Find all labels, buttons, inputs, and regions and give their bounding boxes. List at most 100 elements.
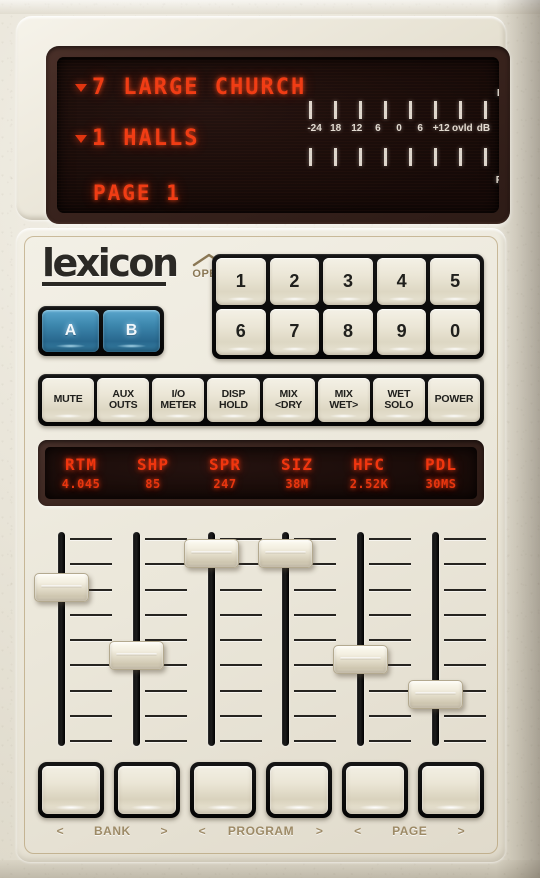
button-b[interactable]: B (103, 310, 160, 352)
transport-button-program-prev[interactable] (190, 762, 256, 818)
fader-tick (294, 613, 336, 616)
meter-ticks-left-channel (309, 101, 487, 119)
fader-tick (444, 639, 486, 641)
transport-button-page-prev[interactable] (342, 762, 408, 818)
function-button-i-o-meter[interactable]: I/O METER (152, 378, 205, 422)
parameter-name-siz: SIZ (281, 455, 313, 474)
meter-tick (334, 101, 337, 119)
fader-tick (294, 664, 336, 667)
keypad-button-6[interactable]: 6 (216, 308, 266, 355)
keypad-button-5[interactable]: 5 (430, 258, 480, 305)
fader-tick (294, 639, 336, 641)
fader-tick (294, 588, 336, 591)
meter-tick (484, 148, 487, 166)
fader-cap-rtm[interactable] (34, 573, 89, 602)
fader-hfc[interactable] (333, 524, 411, 754)
keypad-button-8[interactable]: 8 (323, 308, 373, 355)
fader-bank (34, 524, 486, 754)
fader-scale-ticks (145, 538, 187, 742)
program-number: 7 (92, 75, 108, 100)
parameter-cell-rtm: RTM 4.045 (45, 447, 117, 499)
transport-button-program-next[interactable] (266, 762, 332, 818)
button-a[interactable]: A (42, 310, 99, 352)
transport-button-face[interactable] (346, 766, 404, 814)
fader-cap-hfc[interactable] (333, 645, 388, 674)
keypad-button-9[interactable]: 9 (376, 308, 427, 355)
fader-rtm[interactable] (34, 524, 112, 754)
transport-label-bank: < BANK > (38, 822, 187, 840)
meter-tick (384, 101, 387, 119)
meter-tick (384, 148, 387, 166)
keypad-button-7[interactable]: 7 (269, 308, 320, 355)
fader-spr[interactable] (184, 524, 262, 754)
meter-tick (359, 148, 362, 166)
parameter-name-rtm: RTM (65, 455, 97, 474)
main-display[interactable]: 7 LARGE CHURCH 1 HALLS PAGE 1 L R -24 18 1… (57, 57, 499, 213)
fader-tick (369, 563, 411, 566)
function-button-row: MUTE AUX OUTS I/O METER DISP HOLD MIX <DRY MIX WET… (38, 374, 484, 426)
meter-scale-label-1: 18 (330, 123, 342, 134)
keypad-button-2[interactable]: 2 (269, 258, 320, 305)
fader-tick (444, 740, 486, 742)
meter-tick (309, 148, 312, 166)
fader-shp[interactable] (109, 524, 187, 754)
chassis-top-edge (0, 0, 540, 14)
fader-tick (70, 714, 112, 717)
meter-tick (409, 101, 412, 119)
keypad-button-1[interactable]: 1 (216, 258, 266, 305)
transport-button-bank-prev[interactable] (38, 762, 104, 818)
function-button-mute[interactable]: MUTE (42, 378, 95, 422)
fader-tick (70, 613, 112, 616)
keypad-button-4[interactable]: 4 (376, 258, 427, 305)
fader-cap-shp[interactable] (109, 641, 164, 670)
fader-tick (145, 740, 187, 742)
function-button-power[interactable]: POWER (427, 378, 480, 422)
fader-scale-ticks (369, 538, 411, 742)
fader-rail (357, 532, 364, 746)
transport-label-row: < BANK > < PROGRAM > < PAGE > (38, 822, 484, 840)
fader-tick (145, 563, 187, 566)
fader-tick (70, 664, 112, 667)
fader-tick (220, 689, 262, 692)
function-button-wet-solo[interactable]: WET SOLO (372, 378, 425, 422)
bank-name: HALLS (123, 126, 200, 151)
transport-button-bank-next[interactable] (114, 762, 180, 818)
fader-cap-pdl[interactable] (408, 680, 463, 709)
fader-cap-siz[interactable] (258, 539, 313, 568)
meter-tick (334, 148, 337, 166)
function-button-aux-outs[interactable]: AUX OUTS (97, 378, 150, 422)
fader-siz[interactable] (258, 524, 336, 754)
transport-button-face[interactable] (42, 766, 100, 814)
transport-button-page-next[interactable] (418, 762, 484, 818)
transport-button-face[interactable] (422, 766, 480, 814)
transport-label-program: < PROGRAM > (187, 822, 336, 840)
fader-tick (369, 538, 411, 540)
fader-tick (444, 563, 486, 566)
function-button-disp-hold[interactable]: DISP HOLD (207, 378, 260, 422)
meter-scale-label-7: ovld (452, 123, 473, 134)
parameter-name-pdl: PDL (425, 455, 457, 474)
keypad-button-0[interactable]: 0 (430, 308, 480, 355)
fader-tick (145, 714, 187, 717)
transport-button-face[interactable] (118, 766, 176, 814)
parameter-screen[interactable]: RTM 4.045 SHP 85 SPR 247 SIZ 38M HFC 2.52K PDL 30MS (45, 447, 477, 499)
transport-button-face[interactable] (270, 766, 328, 814)
keypad-row1: 12345 (216, 258, 480, 305)
fader-tick (369, 714, 411, 717)
fader-tick (369, 588, 411, 591)
transport-button-face[interactable] (194, 766, 252, 814)
fader-tick (220, 664, 262, 667)
fader-tick (220, 740, 262, 742)
keypad-button-3[interactable]: 3 (323, 258, 373, 305)
fader-pdl[interactable] (408, 524, 486, 754)
display-program-row: 7 LARGE CHURCH (75, 75, 306, 100)
function-button-mix-wet[interactable]: MIX WET> (317, 378, 370, 422)
device-chassis: 7 LARGE CHURCH 1 HALLS PAGE 1 L R -24181… (0, 0, 540, 878)
function-button-mix-dry[interactable]: MIX <DRY (262, 378, 315, 422)
arrow-right-icon: > (160, 824, 169, 838)
bank-number: 1 (92, 126, 108, 151)
parameter-value-spr: 247 (213, 477, 237, 491)
fader-cap-spr[interactable] (184, 539, 239, 568)
parameter-cell-spr: SPR 247 (189, 447, 261, 499)
fader-tick (369, 639, 411, 641)
